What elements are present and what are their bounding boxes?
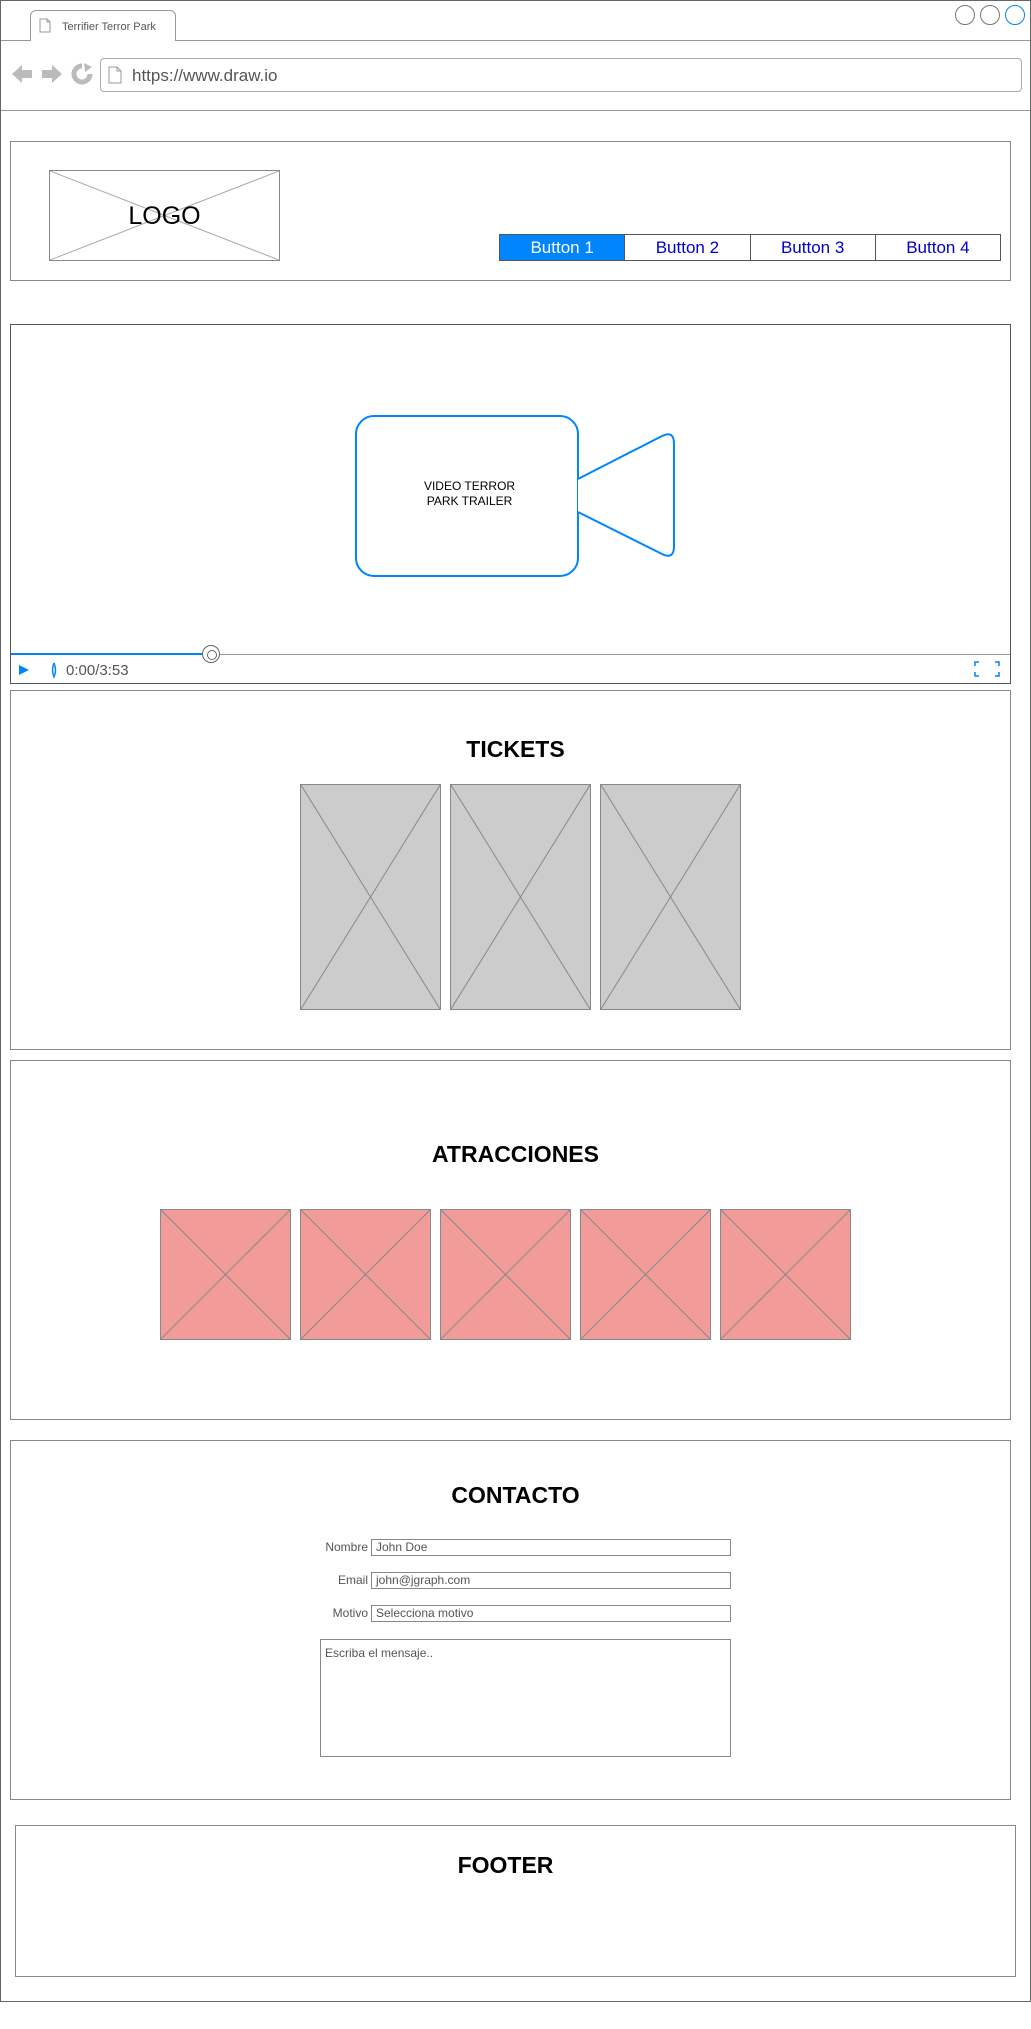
nav-button-2[interactable]: Button 2 (625, 235, 751, 260)
play-icon[interactable] (18, 663, 30, 681)
maximize-button[interactable] (980, 5, 1000, 25)
image-placeholder-icon (451, 785, 590, 1009)
attraction-image-1[interactable] (160, 1209, 291, 1340)
video-label-line-1: VIDEO TERROR (423, 479, 516, 493)
footer-title: FOOTER (457, 1852, 554, 1878)
ticket-image-3[interactable] (600, 784, 741, 1010)
browser-tab[interactable]: Terrifier Terror Park (30, 10, 176, 41)
attraction-image-5[interactable] (720, 1209, 851, 1340)
nav-button-1[interactable]: Button 1 (500, 235, 626, 260)
nombre-field[interactable]: John Doe (371, 1539, 731, 1556)
attraction-image-4[interactable] (580, 1209, 711, 1340)
ticket-image-1[interactable] (300, 784, 441, 1010)
attraction-image-3[interactable] (440, 1209, 571, 1340)
nombre-label: Nombre (325, 1540, 368, 1554)
forward-icon[interactable] (40, 62, 64, 91)
address-bar[interactable]: https://www.draw.io (100, 58, 1022, 92)
video-label-line-2: PARK TRAILER (426, 494, 513, 508)
nav-button-4[interactable]: Button 4 (875, 235, 1000, 260)
image-placeholder-icon (301, 785, 440, 1009)
email-field[interactable]: john@jgraph.com (371, 1572, 731, 1589)
message-textarea[interactable]: Escriba el mensaje.. (320, 1639, 731, 1757)
attraction-image-2[interactable] (300, 1209, 431, 1340)
tab-title: Terrifier Terror Park (62, 21, 156, 33)
volume-icon[interactable] (50, 662, 58, 683)
image-placeholder-icon (161, 1210, 290, 1339)
nav-button-3[interactable]: Button 3 (750, 235, 876, 260)
email-label: Email (337, 1573, 368, 1587)
minimize-button[interactable] (955, 5, 975, 25)
page-icon (108, 66, 122, 89)
image-placeholder-icon (721, 1210, 850, 1339)
reload-icon[interactable] (70, 62, 94, 91)
ticket-image-2[interactable] (450, 784, 591, 1010)
motivo-select[interactable]: Selecciona motivo (371, 1605, 731, 1622)
close-button[interactable] (1005, 5, 1025, 25)
video-label: VIDEO TERROR PARK TRAILER (355, 479, 584, 509)
progress-fill (11, 653, 211, 655)
image-placeholder-icon (301, 1210, 430, 1339)
image-placeholder-icon (601, 785, 740, 1009)
progress-knob[interactable] (202, 645, 220, 663)
motivo-label: Motivo (332, 1606, 368, 1620)
tickets-title: TICKETS (466, 736, 565, 762)
time-display: 0:00/3:53 (66, 662, 129, 679)
logo[interactable]: LOGO (49, 170, 280, 261)
page-icon (39, 18, 51, 36)
contact-title: CONTACTO (451, 1482, 580, 1508)
logo-label: LOGO (128, 202, 201, 230)
fullscreen-icon[interactable] (974, 661, 1000, 682)
image-placeholder-icon (581, 1210, 710, 1339)
attractions-title: ATRACCIONES (432, 1141, 599, 1167)
nav-button-group: Button 1 Button 2 Button 3 Button 4 (499, 234, 1001, 261)
back-icon[interactable] (10, 62, 34, 91)
image-placeholder-icon (441, 1210, 570, 1339)
url-text: https://www.draw.io (132, 66, 278, 85)
footer-section (15, 1825, 1016, 1977)
